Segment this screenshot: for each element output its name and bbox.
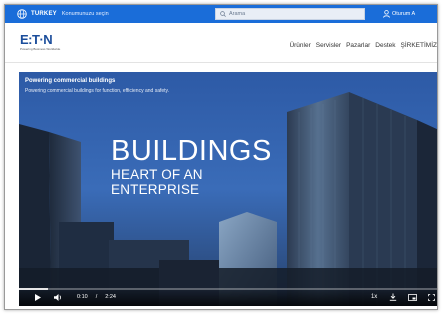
nav-item-products[interactable]: Ürünler bbox=[289, 42, 310, 49]
select-location-link[interactable]: Konumunuzu seçin bbox=[62, 11, 109, 17]
picture-in-picture-icon[interactable] bbox=[408, 293, 418, 301]
headline-buildings: BUILDINGS bbox=[111, 135, 272, 167]
play-icon[interactable] bbox=[35, 293, 41, 301]
video-controls: 0:10 / 2:24 1x bbox=[19, 288, 437, 306]
nav-item-markets[interactable]: Pazarlar bbox=[346, 42, 370, 49]
video-progress-fill bbox=[19, 288, 49, 290]
search-box[interactable] bbox=[215, 8, 365, 20]
browser-window: TURKEY Konumunuzu seçin Oturum A E:T·N P… bbox=[4, 4, 438, 310]
search-icon bbox=[220, 11, 226, 17]
video-subtitle: Powering commercial buildings for functi… bbox=[25, 88, 170, 94]
login-label: Oturum A bbox=[392, 11, 416, 17]
video-player[interactable]: Powering commercial buildings Powering c… bbox=[19, 72, 437, 306]
login-button[interactable]: Oturum A bbox=[383, 5, 415, 23]
main-nav: Ürünler Servisler Pazarlar Destek ŞİRKET… bbox=[289, 42, 437, 49]
download-icon[interactable] bbox=[389, 293, 397, 301]
volume-icon[interactable] bbox=[54, 293, 63, 301]
video-title: Powering commercial buildings bbox=[25, 78, 116, 84]
headline-line-1: HEART OF AN bbox=[111, 167, 203, 182]
video-headline: BUILDINGS HEART OF AN ENTERPRISE bbox=[111, 136, 272, 196]
logo-tagline: Powering Business Worldwide bbox=[20, 47, 61, 51]
nav-item-services[interactable]: Servisler bbox=[316, 42, 341, 49]
nav-item-support[interactable]: Destek bbox=[375, 42, 395, 49]
utility-bar: TURKEY Konumunuzu seçin Oturum A bbox=[5, 5, 437, 23]
site-header: E:T·N Powering Business Worldwide Ürünle… bbox=[5, 23, 437, 63]
logo-wordmark: E:T·N bbox=[20, 32, 53, 47]
country-label[interactable]: TURKEY bbox=[31, 11, 57, 17]
playback-speed-button[interactable]: 1x bbox=[371, 294, 377, 300]
current-time: 0:10 bbox=[77, 294, 88, 300]
time-separator: / bbox=[95, 294, 98, 300]
globe-icon[interactable] bbox=[17, 9, 27, 19]
user-icon bbox=[383, 10, 390, 18]
eaton-logo[interactable]: E:T·N Powering Business Worldwide bbox=[20, 33, 60, 51]
fullscreen-icon[interactable] bbox=[428, 293, 436, 301]
headline-line-2: ENTERPRISE bbox=[111, 182, 200, 197]
video-duration: 2:24 bbox=[105, 294, 116, 300]
video-progress-bar[interactable] bbox=[19, 288, 437, 290]
nav-item-company[interactable]: ŞİRKETİMİZ bbox=[401, 42, 437, 49]
search-input[interactable] bbox=[229, 11, 349, 17]
